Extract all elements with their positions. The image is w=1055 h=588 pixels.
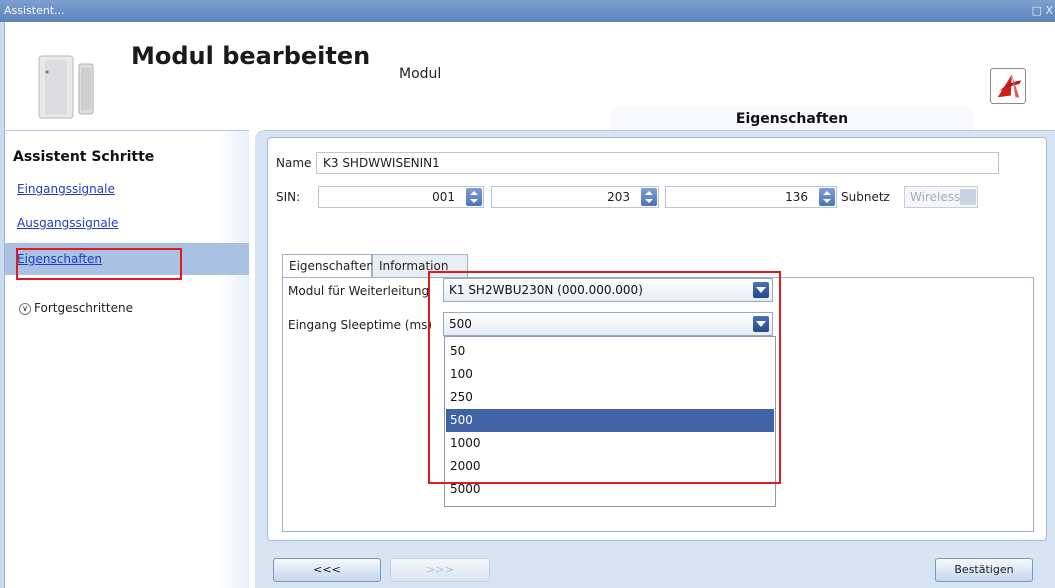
sin-field-1[interactable]: 001 (318, 186, 484, 208)
back-button[interactable]: <<< (273, 558, 381, 582)
sin-field-2[interactable]: 203 (491, 186, 659, 208)
sin-value-3: 136 (785, 190, 808, 204)
name-label: Name (276, 156, 312, 170)
name-field[interactable]: K3 SHDWWISENIN1 (316, 152, 999, 174)
subnet-label: Subnetz (841, 190, 890, 204)
forward-module-label: Modul für Weiterleitung (288, 284, 430, 298)
sleeptime-label: Eingang Sleeptime (ms) (288, 318, 433, 332)
chevron-down-icon (960, 189, 976, 205)
next-button: >>> (390, 558, 490, 582)
sidebar-item-eingangssignale[interactable]: Eingangssignale (5, 173, 249, 205)
app-logo-icon (990, 68, 1026, 104)
spinner-icon[interactable] (641, 188, 657, 206)
tab-eigenschaften-header[interactable]: Eigenschaften (611, 106, 973, 132)
spinner-icon[interactable] (819, 188, 835, 206)
sidebar: Assistent Schritte Eingangssignale Ausga… (5, 130, 249, 588)
sidebar-advanced-label: Fortgeschrittene (34, 301, 133, 315)
device-sensor-image (38, 55, 94, 119)
sin-value-1: 001 (432, 190, 455, 204)
confirm-button[interactable]: Bestätigen (935, 558, 1033, 582)
page-subtitle: Modul (399, 66, 442, 82)
highlight-annotation (16, 248, 182, 280)
window-controls[interactable]: □ X (1032, 0, 1053, 22)
header: Modul bearbeiten Modul Eigenschaften (5, 22, 1055, 132)
sin-label: SIN: (276, 190, 301, 204)
highlight-annotation (428, 271, 781, 484)
sidebar-advanced[interactable]: ∨ Fortgeschrittene (19, 301, 133, 315)
sin-value-2: 203 (607, 190, 630, 204)
chevron-down-icon: ∨ (19, 302, 31, 315)
sin-field-3[interactable]: 136 (665, 186, 837, 208)
page-title: Modul bearbeiten (131, 42, 371, 70)
sidebar-item-ausgangssignale[interactable]: Ausgangssignale (5, 207, 249, 239)
spinner-icon[interactable] (466, 188, 482, 206)
window-title: Assistent... (4, 4, 65, 17)
window-titlebar: Assistent... □ X (0, 0, 1055, 22)
subnet-select: Wireless 1 (904, 186, 978, 208)
sidebar-title: Assistent Schritte (13, 149, 155, 165)
tab-eigenschaften[interactable]: Eigenschaften (282, 254, 374, 278)
